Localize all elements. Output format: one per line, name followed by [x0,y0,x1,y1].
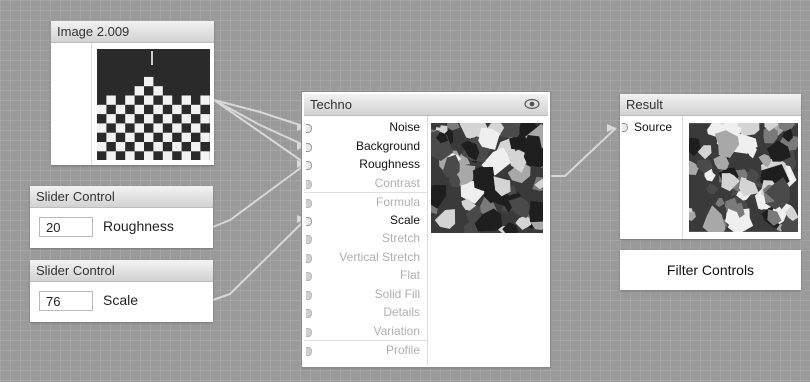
input-port[interactable] [306,309,312,318]
input-label: Variation [373,323,420,338]
node-title: Image 2.009 [51,21,214,43]
techno-input-row[interactable]: Contrast [304,174,428,193]
result-node[interactable]: Result Source [620,94,801,239]
techno-input-row[interactable]: Noise [304,118,428,137]
node-title: Result [620,94,801,116]
wire-techno-to-source [548,127,617,177]
techno-node[interactable]: Techno Noise Background Roughness Contrast F… [301,91,551,368]
input-label: Solid Fill [374,286,420,301]
slider-control-scale[interactable]: Slider Control Scale [30,260,213,322]
input-port[interactable] [306,347,312,356]
input-label: Source [634,120,673,134]
wire-image-to-noise [213,99,307,128]
input-label: Noise [389,120,420,134]
input-label: Formula [375,195,420,209]
filter-controls-button[interactable]: Filter Controls [620,250,801,290]
techno-input-row[interactable]: Flat [304,266,428,285]
image-preview [97,49,210,160]
techno-input-row[interactable]: Background [304,137,428,156]
image-node[interactable]: Image 2.009 [51,21,214,165]
roughness-value-input[interactable] [39,217,93,237]
input-port[interactable] [306,272,312,281]
techno-input-row[interactable]: Vertical Stretch [304,248,428,267]
slider-label: Scale [103,292,139,308]
input-label: Details [383,305,420,319]
input-port[interactable] [306,327,312,337]
input-port[interactable] [306,142,312,152]
slider-control-roughness[interactable]: Slider Control Roughness [30,186,213,248]
wire-image-to-roughness [213,99,307,165]
input-port[interactable] [306,235,312,244]
techno-preview [431,123,543,233]
input-label: Vertical Stretch [339,249,420,264]
techno-input-row[interactable]: Details [304,303,428,322]
node-title: Slider Control [30,260,213,282]
input-label: Background [355,138,420,153]
input-label: Roughness [359,157,420,171]
input-label: Profile [385,343,420,357]
wire-slider2-to-scale [212,218,307,301]
slider-label: Roughness [103,218,174,234]
input-label: Scale [389,212,420,227]
arrowhead [607,124,616,132]
input-port[interactable] [622,123,628,132]
techno-input-list: Noise Background Roughness Contrast Formula S… [304,118,428,359]
input-port[interactable] [306,216,312,226]
node-title: Slider Control [30,186,213,208]
eye-icon[interactable] [524,98,540,110]
techno-input-row[interactable]: Profile [304,340,428,359]
scale-value-input[interactable] [39,291,93,311]
input-port[interactable] [306,124,312,133]
techno-input-row[interactable]: Stretch [304,229,428,248]
techno-input-row[interactable]: Solid Fill [304,285,428,304]
input-port[interactable] [306,290,312,300]
input-label: Flat [399,268,420,282]
techno-input-row[interactable]: Roughness [304,155,428,174]
node-canvas[interactable]: Image 2.009 Slider Control Roughness Sli… [0,0,810,382]
node-title: Techno [304,94,548,116]
result-input-source[interactable]: Source [620,120,672,134]
input-label: Contrast [374,175,420,190]
techno-input-row[interactable]: Variation [304,322,428,341]
techno-input-row[interactable]: Formula [304,192,428,211]
wire-slider1-to-roughness [212,163,307,228]
input-port[interactable] [306,253,312,263]
input-port[interactable] [306,199,312,208]
input-port[interactable] [306,179,312,189]
techno-input-row[interactable]: Scale [304,211,428,230]
input-label: Stretch [381,231,420,245]
result-preview [689,123,798,232]
input-port[interactable] [306,161,312,170]
